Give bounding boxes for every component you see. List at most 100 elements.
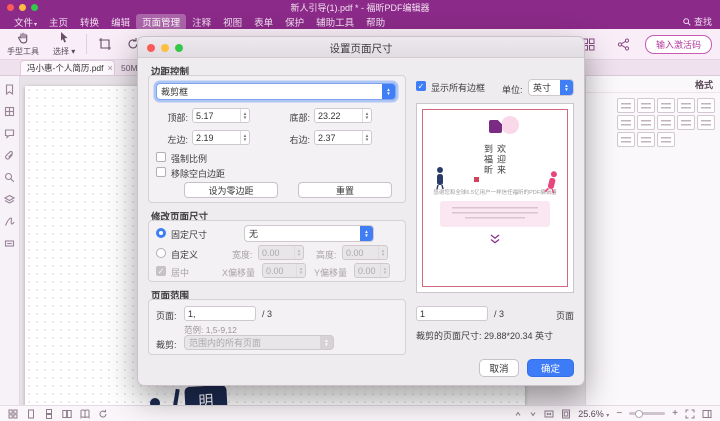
bring-front-icon[interactable] — [617, 132, 635, 147]
crop-pages-button[interactable] — [91, 29, 119, 59]
distribute-vertical-icon[interactable] — [657, 115, 675, 130]
comment-icon[interactable] — [4, 128, 15, 139]
stepper-arrows-icon[interactable]: ▲▼ — [362, 131, 371, 144]
fixed-size-dropdown[interactable]: 无 ▲▼ — [244, 225, 374, 242]
zero-margin-button[interactable]: 设为零边距 — [184, 182, 278, 198]
fit-page-icon[interactable] — [561, 409, 571, 419]
dialog-title: 设置页面尺寸 — [138, 41, 584, 56]
attachment-icon[interactable] — [4, 150, 15, 161]
stepper-arrows-icon[interactable]: ▲▼ — [362, 109, 371, 122]
reset-button[interactable]: 重置 — [298, 182, 392, 198]
next-page-icon[interactable] — [529, 410, 537, 418]
stepper-arrows-icon: ▲▼ — [296, 264, 305, 277]
signature-icon[interactable] — [4, 216, 15, 227]
stepper-arrows-icon: ▲▼ — [382, 84, 395, 99]
bottom-margin-field[interactable]: 23.22 ▲▼ — [314, 108, 372, 123]
y-offset-label: Y偏移量 — [314, 266, 347, 279]
send-back-icon[interactable] — [637, 132, 655, 147]
red-seal-decoration — [474, 177, 479, 182]
zoom-level[interactable]: 25.6% ▾ — [578, 409, 609, 419]
pink-circle-decoration — [501, 116, 519, 134]
find-button[interactable]: 查找 — [683, 15, 712, 28]
facing-pages-icon[interactable] — [62, 409, 72, 419]
distribute-horizontal-icon[interactable] — [637, 115, 655, 130]
zoom-slider-knob[interactable] — [635, 410, 643, 418]
box-type-dropdown[interactable]: 裁剪框 ▲▼ — [156, 83, 396, 100]
menu-protect[interactable]: 保护 — [279, 14, 310, 30]
layers-icon[interactable] — [4, 194, 15, 205]
align-bottom-icon[interactable] — [617, 115, 635, 130]
enter-activation-code-button[interactable]: 输入激活码 — [645, 35, 712, 54]
equal-width-icon[interactable] — [677, 115, 695, 130]
document-tab-active[interactable]: 冯小惠-个人简历.pdf × — [20, 60, 115, 75]
page-art-glyph: 明 — [184, 385, 227, 405]
custom-size-radio[interactable] — [156, 248, 166, 258]
menu-form[interactable]: 表单 — [248, 14, 279, 30]
close-tab-icon[interactable]: × — [108, 63, 113, 73]
menu-view[interactable]: 视图 — [217, 14, 248, 30]
page-thumbnails-icon[interactable] — [4, 106, 15, 117]
reading-mode-icon[interactable] — [702, 409, 712, 419]
left-margin-field[interactable]: 2.19 ▲▼ — [192, 130, 250, 145]
zoom-slider[interactable] — [629, 412, 665, 415]
menu-file[interactable]: 文件▾ — [8, 14, 43, 30]
align-left-icon[interactable] — [617, 98, 635, 113]
menu-page-management[interactable]: 页面管理 — [136, 14, 186, 30]
thumbnail-view-icon[interactable] — [8, 409, 18, 419]
menu-home[interactable]: 主页 — [43, 14, 74, 30]
stepper-arrows-icon: ▲▼ — [378, 246, 387, 259]
x-offset-field: 0.00 ▲▼ — [262, 263, 306, 278]
book-view-icon[interactable] — [80, 409, 90, 419]
format-panel-header[interactable]: 格式 — [586, 76, 720, 93]
right-margin-field[interactable]: 2.37 ▲▼ — [314, 130, 372, 145]
form-field-icon[interactable] — [4, 238, 15, 249]
stepper-arrows-icon: ▲▼ — [294, 246, 303, 259]
rotate-object-icon[interactable] — [657, 132, 675, 147]
menu-convert[interactable]: 转换 — [74, 14, 105, 30]
continuous-page-icon[interactable] — [44, 409, 54, 419]
crop-scope-label: 裁剪: — [156, 338, 177, 351]
menu-edit[interactable]: 编辑 — [105, 14, 136, 30]
zoom-out-button[interactable]: − — [616, 409, 622, 419]
fullscreen-icon[interactable] — [685, 409, 695, 419]
remove-white-margin-checkbox[interactable] — [156, 167, 166, 177]
zoom-in-button[interactable]: + — [672, 409, 678, 419]
single-page-icon[interactable] — [26, 409, 36, 419]
align-vcenter-icon[interactable] — [697, 98, 715, 113]
page-range-field[interactable]: 1, — [184, 306, 256, 321]
cancel-button[interactable]: 取消 — [479, 359, 519, 377]
menu-help[interactable]: 帮助 — [360, 14, 391, 30]
align-hcenter-icon[interactable] — [637, 98, 655, 113]
select-tool-button[interactable]: 选择 ▾ — [46, 29, 82, 59]
ok-button[interactable]: 确定 — [527, 359, 574, 377]
preview-page-total: / 3 — [494, 309, 504, 319]
status-bar: 25.6% ▾ − + — [0, 405, 720, 421]
force-ratio-checkbox[interactable] — [156, 152, 166, 162]
menu-comment[interactable]: 注释 — [186, 14, 217, 30]
top-margin-field[interactable]: 5.17 ▲▼ — [192, 108, 250, 123]
page-range-label: 页面: — [156, 309, 177, 322]
bookmark-icon[interactable] — [4, 84, 15, 95]
arrange-icon-grid — [617, 98, 717, 147]
stepper-arrows-icon[interactable]: ▲▼ — [240, 131, 249, 144]
fit-width-icon[interactable] — [544, 409, 554, 419]
crop-box-outline[interactable]: 欢迎来到福昕 感谢您和全球6.5亿用户一样信任福昕的PDF编辑器 — [422, 109, 568, 287]
unit-dropdown[interactable]: 英寸 ▲▼ — [528, 79, 574, 96]
menu-accessibility[interactable]: 辅助工具 — [310, 14, 360, 30]
previous-page-icon[interactable] — [514, 410, 522, 418]
align-top-icon[interactable] — [677, 98, 695, 113]
preview-page-field[interactable]: 1 — [416, 306, 488, 321]
share-button[interactable] — [610, 38, 637, 51]
search-icon[interactable] — [4, 172, 15, 183]
rotate-view-icon[interactable] — [98, 409, 108, 419]
stepper-arrows-icon[interactable]: ▲▼ — [240, 109, 249, 122]
stepper-arrows-icon: ▲▼ — [320, 336, 333, 349]
width-label: 宽度: — [232, 248, 253, 261]
show-all-boxes-checkbox[interactable]: ✓ — [416, 81, 426, 91]
align-right-icon[interactable] — [657, 98, 675, 113]
custom-size-label: 自定义 — [171, 248, 198, 261]
equal-height-icon[interactable] — [697, 115, 715, 130]
hand-tool-button[interactable]: 手型工具 — [0, 29, 46, 59]
fixed-size-radio[interactable] — [156, 228, 166, 238]
person-illustration-left — [433, 166, 447, 190]
